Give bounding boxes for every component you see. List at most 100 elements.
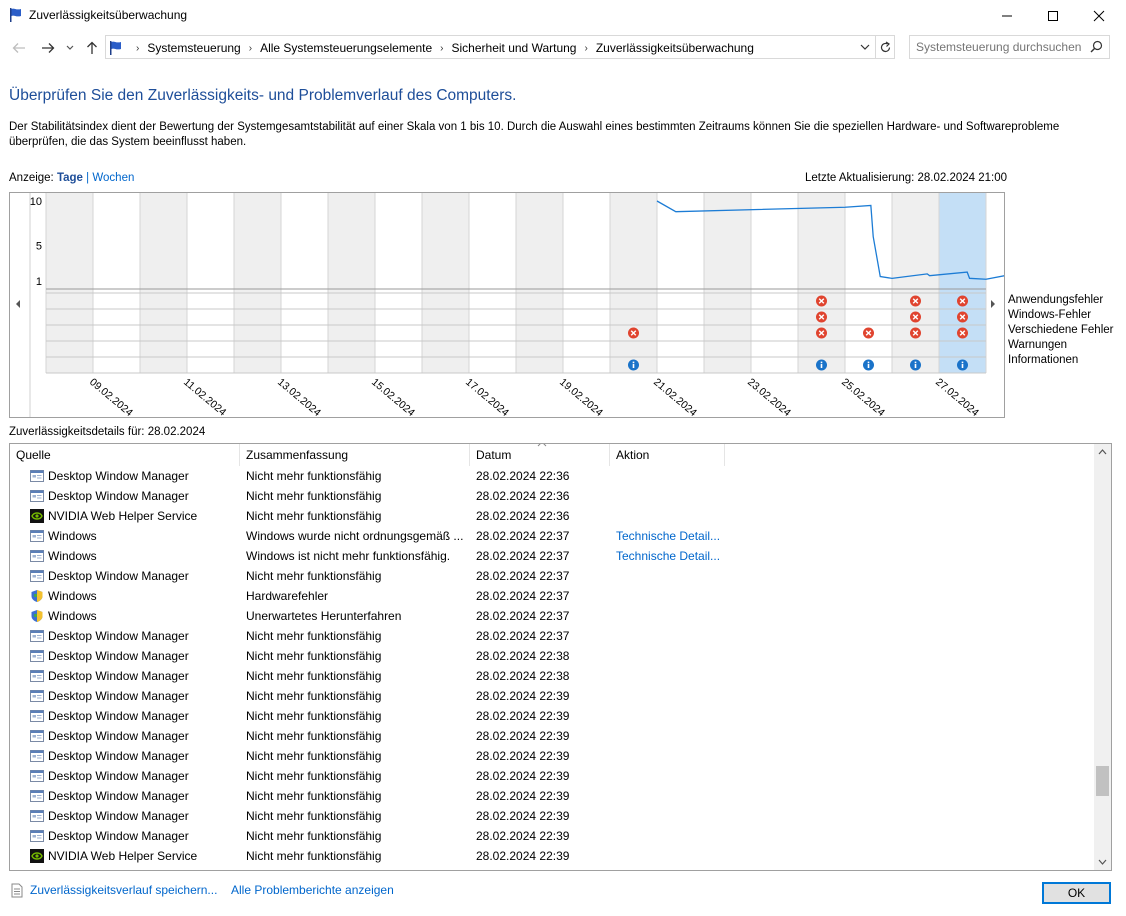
day-column[interactable] bbox=[328, 193, 375, 373]
day-column[interactable] bbox=[469, 193, 516, 373]
table-row[interactable]: NVIDIA Web Helper Service Nicht mehr funk… bbox=[10, 846, 1095, 866]
page-title: Überprüfen Sie den Zuverlässigkeits- und… bbox=[9, 87, 517, 104]
app-window-icon bbox=[30, 529, 48, 543]
day-column[interactable] bbox=[892, 193, 939, 373]
breadcrumb-item[interactable]: Alle Systemsteuerungselemente bbox=[260, 41, 432, 55]
table-row[interactable]: Desktop Window Manager Nicht mehr funktio… bbox=[10, 806, 1095, 826]
table-row[interactable]: Desktop Window Manager Nicht mehr funktio… bbox=[10, 746, 1095, 766]
breadcrumb-item[interactable]: Zuverlässigkeitsüberwachung bbox=[596, 41, 754, 55]
date-cell: 28.02.2024 22:37 bbox=[476, 589, 570, 603]
day-column[interactable] bbox=[704, 193, 751, 373]
day-column[interactable] bbox=[610, 193, 657, 373]
column-header-action[interactable]: Aktion bbox=[610, 444, 725, 466]
day-column[interactable] bbox=[281, 193, 328, 373]
column-header-summary[interactable]: Zusammenfassung bbox=[240, 444, 470, 466]
search-box[interactable] bbox=[909, 35, 1110, 59]
table-row[interactable]: Desktop Window Manager Nicht mehr funktio… bbox=[10, 726, 1095, 746]
scroll-down-icon[interactable] bbox=[1098, 859, 1107, 865]
search-input[interactable] bbox=[916, 40, 1086, 54]
table-row[interactable]: Windows Hardwarefehler 28.02.2024 22:37 bbox=[10, 586, 1095, 606]
table-row[interactable]: Desktop Window Manager Nicht mehr funktio… bbox=[10, 666, 1095, 686]
table-row[interactable]: Desktop Window Manager Nicht mehr funktio… bbox=[10, 706, 1095, 726]
action-link bbox=[610, 766, 730, 786]
day-column[interactable] bbox=[845, 193, 892, 373]
back-button[interactable] bbox=[8, 37, 30, 59]
day-column[interactable] bbox=[751, 193, 798, 373]
ok-button[interactable]: OK bbox=[1042, 882, 1111, 904]
day-column[interactable] bbox=[46, 193, 93, 373]
source-name: Desktop Window Manager bbox=[48, 649, 189, 663]
day-column[interactable] bbox=[657, 193, 704, 373]
table-row[interactable]: Desktop Window Manager Nicht mehr funktio… bbox=[10, 466, 1095, 486]
scroll-up-icon[interactable] bbox=[1098, 449, 1107, 455]
action-link bbox=[610, 826, 730, 846]
day-column[interactable] bbox=[375, 193, 422, 373]
chart-scroll-right-icon[interactable] bbox=[991, 300, 995, 308]
maximize-button[interactable] bbox=[1030, 0, 1076, 31]
table-row[interactable]: Desktop Window Manager Nicht mehr funktio… bbox=[10, 566, 1095, 586]
table-row[interactable]: Desktop Window Manager Nicht mehr funktio… bbox=[10, 826, 1095, 846]
search-icon[interactable] bbox=[1090, 40, 1103, 53]
table-header: Quelle Zusammenfassung Datum Aktion bbox=[10, 444, 1095, 466]
breadcrumb-item[interactable]: Sicherheit und Wartung bbox=[452, 41, 577, 55]
day-column[interactable] bbox=[422, 193, 469, 373]
app-window-icon bbox=[30, 749, 48, 763]
scrollbar-thumb[interactable] bbox=[1096, 766, 1109, 796]
summary-cell: Nicht mehr funktionsfähig bbox=[246, 809, 382, 823]
date-label: 21.02.2024 bbox=[651, 376, 699, 417]
column-header-date[interactable]: Datum bbox=[470, 444, 610, 466]
summary-cell: Nicht mehr funktionsfähig bbox=[246, 709, 382, 723]
day-column[interactable] bbox=[187, 193, 234, 373]
day-column[interactable] bbox=[140, 193, 187, 373]
view-weeks-link[interactable]: Wochen bbox=[92, 172, 134, 184]
address-bar[interactable]: › Systemsteuerung › Alle Systemsteuerung… bbox=[105, 35, 895, 59]
day-column[interactable] bbox=[563, 193, 610, 373]
table-row[interactable]: NVIDIA Web Helper Service Nicht mehr funk… bbox=[10, 506, 1095, 526]
vertical-scrollbar[interactable] bbox=[1094, 444, 1111, 870]
chart-scroll-left-icon[interactable] bbox=[16, 300, 20, 308]
day-column[interactable] bbox=[234, 193, 281, 373]
reliability-chart-svg[interactable]: 10 5 1 09.02.2024 11.02.2024 13.02.2024 15.02.… bbox=[10, 193, 1004, 417]
day-column[interactable] bbox=[939, 193, 986, 373]
view-days-link[interactable]: Tage bbox=[57, 172, 83, 184]
table-row[interactable]: Desktop Window Manager Nicht mehr funktio… bbox=[10, 686, 1095, 706]
reliability-chart[interactable]: 10 5 1 09.02.2024 11.02.2024 13.02.2024 15.02.… bbox=[9, 192, 1005, 418]
action-link[interactable]: Technische Detail... bbox=[610, 546, 730, 566]
forward-button[interactable] bbox=[37, 37, 59, 59]
summary-cell: Hardwarefehler bbox=[246, 589, 329, 603]
table-row[interactable]: Desktop Window Manager Nicht mehr funktio… bbox=[10, 626, 1095, 646]
action-link bbox=[610, 566, 730, 586]
breadcrumb-item[interactable]: Systemsteuerung bbox=[147, 41, 240, 55]
date-label: 17.02.2024 bbox=[463, 376, 511, 417]
table-row[interactable]: Desktop Window Manager Nicht mehr funktio… bbox=[10, 646, 1095, 666]
date-cell: 28.02.2024 22:37 bbox=[476, 609, 570, 623]
summary-cell: Nicht mehr funktionsfähig bbox=[246, 789, 382, 803]
refresh-icon[interactable] bbox=[879, 41, 892, 54]
table-row[interactable]: Windows Windows wurde nicht ordnungsgemäß… bbox=[10, 526, 1095, 546]
date-label: 23.02.2024 bbox=[745, 376, 793, 417]
all-reports-link[interactable]: Alle Problemberichte anzeigen bbox=[231, 883, 394, 897]
table-row[interactable]: Windows Unerwartetes Herunterfahren 28.02.… bbox=[10, 606, 1095, 626]
recent-pages-button[interactable] bbox=[64, 37, 76, 59]
source-name: Windows bbox=[48, 609, 97, 623]
column-header-source[interactable]: Quelle bbox=[10, 444, 240, 466]
day-column[interactable] bbox=[798, 193, 845, 373]
table-row[interactable]: Desktop Window Manager Nicht mehr funktio… bbox=[10, 786, 1095, 806]
source-cell: Desktop Window Manager bbox=[10, 766, 240, 786]
table-row[interactable]: Desktop Window Manager Nicht mehr funktio… bbox=[10, 766, 1095, 786]
up-button[interactable] bbox=[82, 37, 102, 59]
day-column[interactable] bbox=[516, 193, 563, 373]
date-cell: 28.02.2024 22:37 bbox=[476, 629, 570, 643]
save-document-icon bbox=[11, 883, 23, 898]
action-link[interactable]: Technische Detail... bbox=[610, 526, 730, 546]
summary-cell: Nicht mehr funktionsfähig bbox=[246, 629, 382, 643]
address-dropdown-icon[interactable] bbox=[860, 44, 870, 51]
save-history-link[interactable]: Zuverlässigkeitsverlauf speichern... bbox=[30, 883, 217, 897]
summary-cell: Nicht mehr funktionsfähig bbox=[246, 729, 382, 743]
table-row[interactable]: Windows Windows ist nicht mehr funktionsf… bbox=[10, 546, 1095, 566]
table-row[interactable]: Desktop Window Manager Nicht mehr funktio… bbox=[10, 486, 1095, 506]
source-name: Desktop Window Manager bbox=[48, 489, 189, 503]
close-button[interactable] bbox=[1076, 0, 1122, 31]
day-column[interactable] bbox=[93, 193, 140, 373]
minimize-button[interactable] bbox=[984, 0, 1030, 31]
